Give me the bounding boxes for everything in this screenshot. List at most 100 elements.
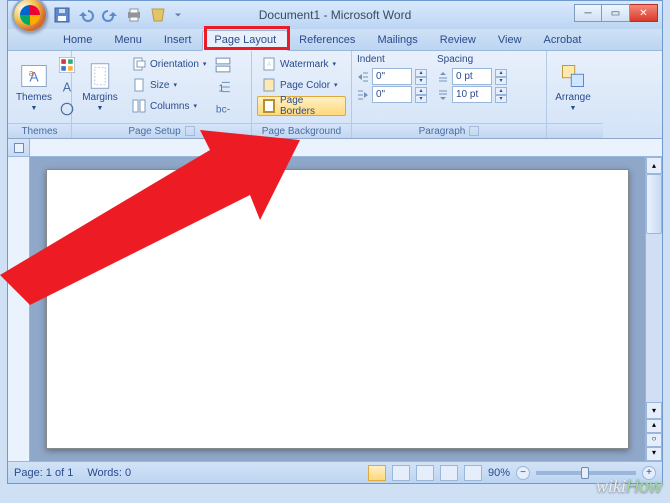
horizontal-ruler[interactable]: [30, 139, 662, 156]
view-web-layout[interactable]: [416, 465, 434, 481]
status-bar: Page: 1 of 1 Words: 0 90% − +: [8, 461, 662, 483]
indent-left-spinner[interactable]: ▴▾: [415, 69, 427, 85]
prev-page-icon[interactable]: ▴: [646, 419, 662, 433]
themes-icon: Aa: [20, 62, 48, 90]
indent-left-icon: [357, 71, 369, 83]
status-words[interactable]: Words: 0: [87, 467, 131, 479]
save-icon[interactable]: [54, 7, 70, 23]
browse-buttons: ▴ ○ ▾: [646, 419, 662, 461]
group-page-background: A Watermark▾ Page Color▾ Page Borders Pa…: [252, 51, 352, 138]
view-draft[interactable]: [464, 465, 482, 481]
group-page-background-label: Page Background: [252, 123, 351, 138]
undo-icon[interactable]: [78, 7, 94, 23]
vertical-ruler[interactable]: [8, 157, 30, 461]
indent-left-row: 0" ▴▾: [357, 68, 427, 85]
indent-right-spinner[interactable]: ▴▾: [415, 87, 427, 103]
themes-button[interactable]: Aa Themes ▼: [13, 54, 55, 120]
size-button[interactable]: Size▾: [127, 75, 211, 95]
tab-review[interactable]: Review: [429, 31, 487, 50]
indent-right-field[interactable]: 0": [372, 86, 412, 103]
scroll-thumb[interactable]: [646, 174, 662, 234]
next-page-icon[interactable]: ▾: [646, 447, 662, 461]
scroll-down-icon[interactable]: ▾: [646, 402, 662, 419]
indent-right-row: 0" ▴▾: [357, 86, 427, 103]
qat-item-icon[interactable]: [150, 7, 166, 23]
page-borders-button[interactable]: Page Borders: [257, 96, 346, 116]
tab-menu[interactable]: Menu: [103, 31, 153, 50]
margins-icon: [86, 62, 114, 90]
tab-home[interactable]: Home: [52, 31, 103, 50]
margins-label: Margins: [82, 92, 118, 103]
ruler-corner[interactable]: [8, 139, 30, 156]
view-full-screen[interactable]: [392, 465, 410, 481]
tab-acrobat[interactable]: Acrobat: [533, 31, 593, 50]
ruler-bar: [8, 139, 662, 157]
scroll-track[interactable]: [646, 234, 662, 402]
group-page-setup-label: Page Setup: [72, 123, 251, 138]
margins-button[interactable]: Margins ▼: [77, 54, 123, 120]
scroll-up-icon[interactable]: ▴: [646, 157, 662, 174]
themes-label: Themes: [16, 92, 52, 103]
document-page[interactable]: [46, 169, 629, 449]
svg-text:A: A: [63, 81, 72, 95]
arrange-button[interactable]: Arrange ▼: [552, 54, 594, 120]
tab-view[interactable]: View: [487, 31, 533, 50]
group-arrange-label: [547, 123, 603, 138]
vertical-scrollbar[interactable]: ▴ ▾ ▴ ○ ▾: [645, 157, 662, 461]
zoom-slider[interactable]: [536, 471, 636, 475]
spacing-before-spinner[interactable]: ▴▾: [495, 69, 507, 85]
close-button[interactable]: ✕: [630, 4, 658, 22]
minimize-button[interactable]: ─: [574, 4, 602, 22]
spacing-before-row: 0 pt ▴▾: [437, 68, 507, 85]
indent-left-field[interactable]: 0": [372, 68, 412, 85]
qat-dropdown-icon[interactable]: [174, 7, 182, 23]
spacing-after-spinner[interactable]: ▴▾: [495, 87, 507, 103]
spacing-after-field[interactable]: 10 pt: [452, 86, 492, 103]
orientation-button[interactable]: Orientation▾: [127, 54, 211, 74]
page-setup-launcher[interactable]: [185, 126, 195, 136]
status-page[interactable]: Page: 1 of 1: [14, 467, 73, 479]
page-color-button[interactable]: Page Color▾: [257, 75, 346, 95]
redo-icon[interactable]: [102, 7, 118, 23]
view-print-layout[interactable]: [368, 465, 386, 481]
zoom-level[interactable]: 90%: [488, 467, 510, 479]
hyphenation-icon[interactable]: bc-: [215, 101, 231, 117]
browse-object-icon[interactable]: ○: [646, 433, 662, 447]
tab-insert[interactable]: Insert: [153, 31, 203, 50]
columns-icon: [132, 99, 146, 113]
paragraph-launcher[interactable]: [469, 126, 479, 136]
maximize-button[interactable]: ▭: [602, 4, 630, 22]
watermark-button[interactable]: A Watermark▾: [257, 54, 346, 74]
breaks-icon[interactable]: [215, 57, 231, 73]
group-paragraph-label: Paragraph: [352, 123, 546, 138]
spacing-after-icon: [437, 89, 449, 101]
zoom-out-button[interactable]: −: [516, 466, 530, 480]
orientation-icon: [132, 57, 146, 71]
arrange-icon: [559, 62, 587, 90]
size-icon: [132, 78, 146, 92]
document-area: ▴ ▾ ▴ ○ ▾: [8, 139, 662, 461]
office-button[interactable]: [12, 0, 48, 33]
spacing-before-field[interactable]: 0 pt: [452, 68, 492, 85]
page-borders-icon: [262, 99, 276, 113]
indent-right-icon: [357, 89, 369, 101]
wikihow-watermark: wikiHow: [596, 476, 662, 497]
indent-label: Indent: [357, 54, 427, 65]
watermark-icon: A: [262, 57, 276, 71]
svg-text:a: a: [29, 68, 34, 78]
document-scroll: ▴ ▾ ▴ ○ ▾: [8, 157, 662, 461]
tab-references[interactable]: References: [288, 31, 366, 50]
view-outline[interactable]: [440, 465, 458, 481]
svg-text:bc-: bc-: [216, 105, 230, 116]
spacing-before-icon: [437, 71, 449, 83]
app-window: Document1 - Microsoft Word ─ ▭ ✕ Home Me…: [7, 0, 663, 484]
tab-mailings[interactable]: Mailings: [366, 31, 428, 50]
svg-text:A: A: [267, 62, 271, 68]
group-themes-label: Themes: [8, 123, 71, 138]
columns-button[interactable]: Columns▾: [127, 96, 211, 116]
print-icon[interactable]: [126, 7, 142, 23]
group-page-setup: Margins ▼ Orientation▾ Size▾ Columns▾: [72, 51, 252, 138]
group-themes: Aa Themes ▼ A Themes: [8, 51, 72, 138]
line-numbers-icon[interactable]: 1: [215, 79, 231, 95]
ribbon-tabs: Home Menu Insert Page Layout References …: [8, 29, 662, 51]
